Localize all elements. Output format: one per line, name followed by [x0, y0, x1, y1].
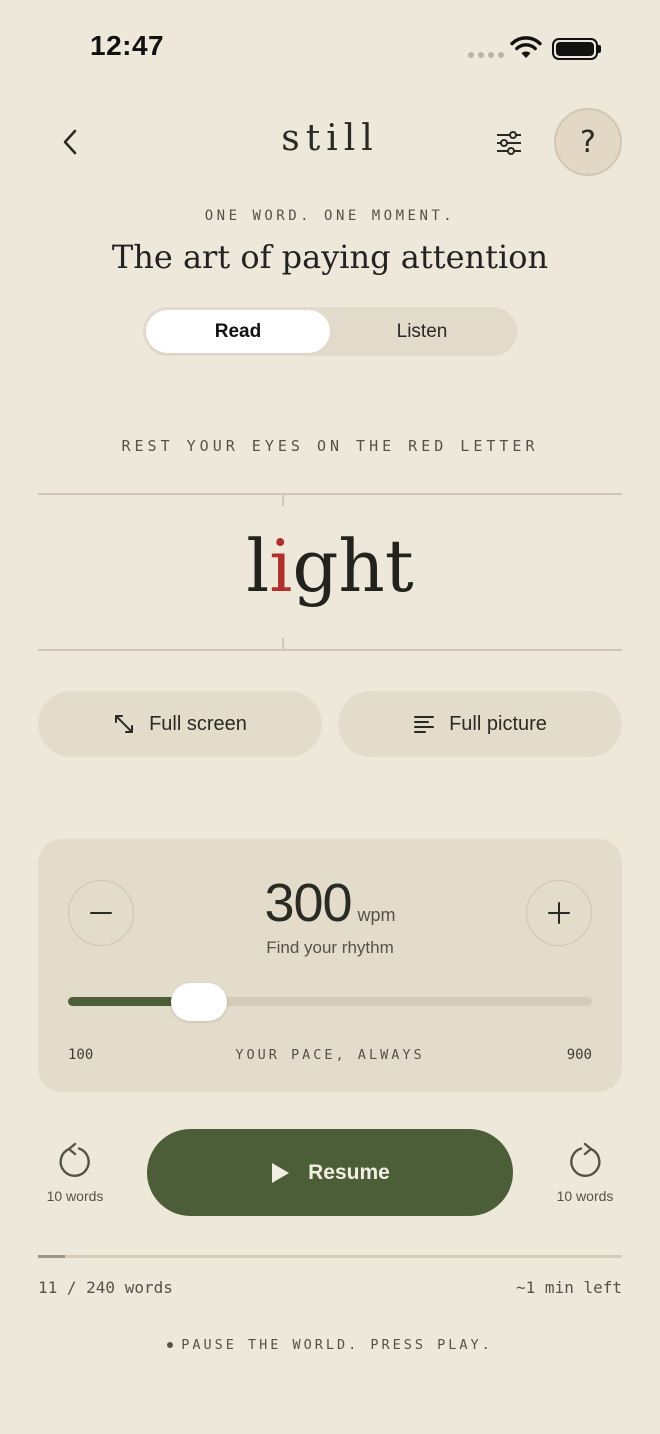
- status-time: 12:47: [90, 30, 165, 61]
- tagline: ONE WORD. ONE MOMENT.: [204, 208, 456, 224]
- full-screen-label: Full screen: [149, 712, 247, 735]
- reading-progress-track: [38, 1255, 622, 1258]
- time-remaining: ~1 min left: [516, 1278, 622, 1297]
- word-suffix: ght: [292, 524, 414, 608]
- forward-button[interactable]: 10 words: [540, 1142, 630, 1204]
- wifi-icon: [510, 36, 542, 65]
- footer-dot-icon: [167, 1342, 174, 1348]
- reader-hint: REST YOUR EYES ON THE RED LETTER: [121, 437, 539, 455]
- forward-label: 10 words: [556, 1188, 614, 1204]
- footer-motto: PAUSE THE WORLD. PRESS PLAY.: [0, 1337, 660, 1353]
- settings-button[interactable]: [488, 122, 530, 164]
- resume-button[interactable]: Resume: [147, 1129, 513, 1216]
- rewind-button[interactable]: 10 words: [30, 1142, 120, 1204]
- word-prefix: l: [246, 524, 270, 608]
- battery-cap: [598, 45, 601, 53]
- speed-subtitle: Find your rhythm: [266, 938, 394, 957]
- tab-read[interactable]: Read: [146, 310, 330, 353]
- footer-text: PAUSE THE WORLD. PRESS PLAY.: [181, 1337, 493, 1353]
- speed-value: 300: [264, 873, 352, 933]
- speed-max-label: 900: [566, 1047, 592, 1063]
- focus-letter: i: [269, 524, 293, 608]
- full-picture-label: Full picture: [449, 712, 547, 735]
- rewind-icon: [59, 1142, 90, 1177]
- cellular-signal-icon: [468, 52, 504, 58]
- word-count: 11 / 240 words: [38, 1278, 173, 1297]
- focus-marker-top: [282, 494, 284, 506]
- rewind-label: 10 words: [46, 1188, 104, 1204]
- speed-unit: wpm: [357, 905, 396, 925]
- page-title: The art of paying attention: [111, 238, 549, 276]
- sliders-icon: [497, 131, 521, 155]
- play-icon: [272, 1162, 290, 1183]
- current-word: light: [0, 524, 660, 608]
- speed-readout: 300 wpm: [0, 872, 660, 934]
- resume-label: Resume: [308, 1160, 390, 1184]
- tab-listen[interactable]: Listen: [330, 310, 514, 353]
- text-lines-icon: [414, 716, 435, 733]
- mode-toggle: Read Listen: [143, 307, 517, 356]
- speed-slider-thumb[interactable]: [171, 983, 227, 1021]
- full-picture-button[interactable]: Full picture: [338, 691, 622, 757]
- forward-icon: [570, 1142, 601, 1177]
- reading-progress-fill: [38, 1255, 65, 1258]
- full-screen-button[interactable]: Full screen: [38, 691, 322, 757]
- reader-bottom-rule: [38, 649, 622, 651]
- expand-icon: [115, 715, 134, 733]
- help-button[interactable]: ?: [554, 108, 622, 176]
- reader-top-rule: [38, 493, 622, 495]
- battery-icon: [552, 38, 598, 60]
